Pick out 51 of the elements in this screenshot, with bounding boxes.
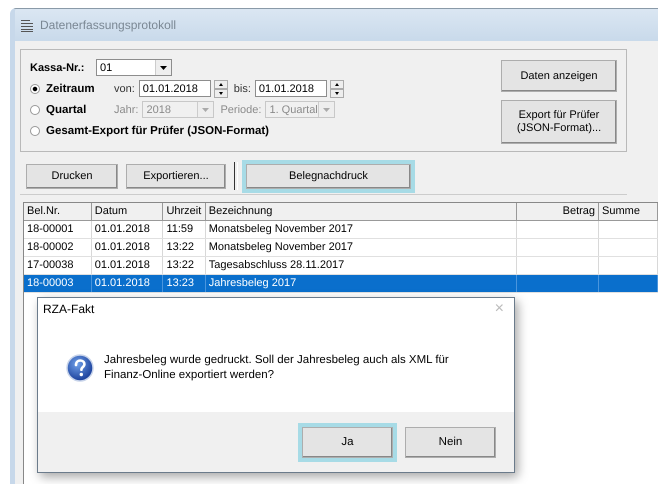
table-cell: Jahresbeleg 2017 (206, 275, 517, 292)
radio-option[interactable]: Quartal (30, 104, 108, 116)
field-label: Jahr: (114, 104, 138, 116)
dropdown-arrow-icon (202, 108, 210, 112)
kassa-label: Kassa-Nr.: (30, 62, 86, 74)
dropdown-arrow-icon (160, 66, 167, 70)
table-cell: 01.01.2018 (92, 221, 164, 238)
date-field[interactable]: 01.01.2018 (138, 80, 211, 97)
table-row[interactable]: 18-00001 01.01.2018 11:59 Monatsbeleg November 2017 (24, 221, 658, 239)
radio-option[interactable]: Zeitraum (30, 82, 108, 94)
dropdown-arrow-icon (323, 108, 330, 112)
table-cell: Monatsbeleg November 2017 (206, 239, 517, 256)
dialog-message: Jahresbeleg wurde gedruckt. Soll der Jahresbeleg auch als XML für Finanz-Online exportiert werden? (104, 353, 450, 383)
table-cell: Monatsbeleg November 2017 (206, 221, 517, 238)
date-field[interactable]: 01.01.2018 (254, 80, 327, 97)
column-header[interactable]: Uhrzeit (163, 203, 206, 220)
action-button[interactable]: Export für Prüfer (JSON-Format)... (501, 100, 617, 144)
dialog-title: RZA-Fakt (43, 302, 94, 316)
field-label: von: (114, 82, 135, 94)
action-button[interactable]: Daten anzeigen (501, 60, 617, 92)
table-cell: 01.01.2018 (92, 257, 164, 274)
kassa-dropdown[interactable]: 01 (96, 59, 172, 76)
table-cell: 13:22 (163, 257, 206, 274)
question-icon (66, 354, 94, 382)
spin-buttons-icon[interactable] (330, 80, 344, 98)
table-cell: 13:22 (163, 239, 206, 256)
table-cell: 18-00003 (24, 275, 92, 292)
table-cell: Tagesabschluss 28.11.2017 (206, 257, 517, 274)
toolbar-button[interactable]: Exportieren... (126, 164, 226, 188)
table-row[interactable]: 18-00002 01.01.2018 13:22 Monatsbeleg November 2017 (24, 239, 658, 257)
table-cell: 18-00002 (24, 239, 92, 256)
column-header[interactable]: Datum (92, 203, 164, 220)
table-cell: 18-00001 (24, 221, 92, 238)
radio-option[interactable]: Gesamt-Export für Prüfer (JSON-Format) (30, 124, 270, 136)
toolbar-button[interactable]: Drucken (26, 164, 118, 188)
document-icon (20, 18, 34, 32)
table-cell: 01.01.2018 (92, 275, 164, 292)
dialog-button[interactable]: Nein (405, 426, 496, 458)
column-header[interactable]: Summe (599, 203, 658, 220)
field-label: bis: (234, 82, 251, 94)
column-header[interactable]: Bezeichnung (206, 203, 517, 220)
column-header[interactable]: Betrag (516, 203, 600, 220)
table-row[interactable]: 18-00003 01.01.2018 13:23 Jahresbeleg 2017 (24, 275, 658, 293)
column-header[interactable]: Bel.Nr. (24, 203, 92, 220)
window-title: Datenerfassungsprotokoll (40, 18, 176, 32)
table-cell: 11:59 (163, 221, 206, 238)
table-cell: 13:23 (163, 275, 206, 292)
field-label: Periode: (220, 104, 262, 116)
spin-buttons-icon[interactable] (214, 80, 228, 98)
table-cell: 01.01.2018 (92, 239, 164, 256)
table-cell: 17-00038 (24, 257, 92, 274)
